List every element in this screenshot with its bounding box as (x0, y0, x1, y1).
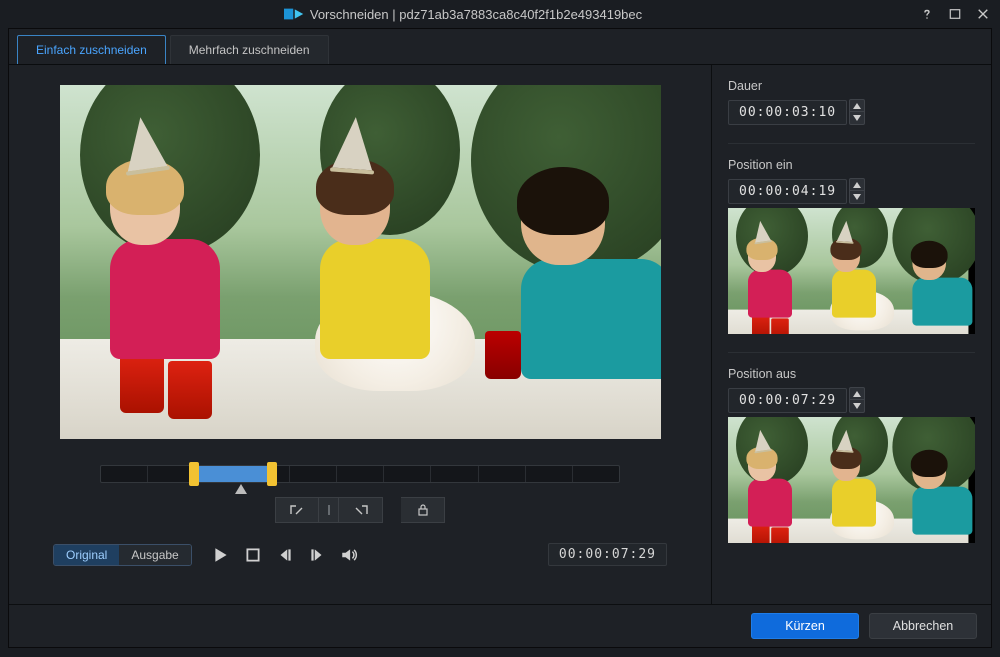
position-in-up[interactable] (849, 178, 865, 191)
help-icon[interactable] (920, 7, 934, 21)
position-out-down[interactable] (849, 400, 865, 413)
app-logo-icon (284, 7, 304, 21)
duration-down[interactable] (849, 112, 865, 125)
toggle-original[interactable]: Original (53, 544, 120, 566)
trim-button[interactable]: Kürzen (751, 613, 859, 639)
footer: Kürzen Abbrechen (9, 604, 991, 647)
toggle-output[interactable]: Ausgabe (119, 545, 190, 565)
left-panel: Original Ausgabe 00:00:07:29 (9, 65, 711, 604)
position-out-up[interactable] (849, 387, 865, 400)
right-panel: Dauer 00:00:03:10 Position ein 00:00:04:… (711, 65, 991, 604)
maximize-icon[interactable] (948, 7, 962, 21)
position-in-down[interactable] (849, 191, 865, 204)
trim-handle-in[interactable] (189, 462, 199, 486)
position-in-thumbnail (728, 208, 975, 334)
video-preview[interactable] (60, 85, 661, 439)
position-out-thumbnail (728, 417, 975, 543)
position-in-label: Position ein (728, 158, 975, 172)
next-frame-icon[interactable] (308, 546, 326, 564)
duration-field[interactable]: 00:00:03:10 (728, 100, 847, 125)
duration-up[interactable] (849, 99, 865, 112)
mark-out-button[interactable] (339, 497, 383, 523)
stop-icon[interactable] (244, 546, 262, 564)
preview-mode-toggle: Original Ausgabe (53, 544, 192, 566)
timeline[interactable] (100, 465, 620, 483)
lock-button[interactable] (401, 497, 445, 523)
prev-frame-icon[interactable] (276, 546, 294, 564)
position-out-field[interactable]: 00:00:07:29 (728, 388, 847, 413)
trim-handle-out[interactable] (267, 462, 277, 486)
duration-label: Dauer (728, 79, 975, 93)
split-divider (319, 497, 339, 523)
position-in-field[interactable]: 00:00:04:19 (728, 179, 847, 204)
tab-row: Einfach zuschneiden Mehrfach zuschneiden (9, 29, 991, 65)
playback-timecode[interactable]: 00:00:07:29 (548, 543, 667, 566)
volume-icon[interactable] (340, 546, 358, 564)
window-title: Vorschneiden | pdz71ab3a7883ca8c40f2f1b2… (310, 7, 642, 22)
playhead[interactable] (235, 484, 247, 494)
play-icon[interactable] (212, 546, 230, 564)
tab-simple-trim[interactable]: Einfach zuschneiden (17, 35, 166, 64)
trim-range[interactable] (194, 466, 272, 482)
window-body: Einfach zuschneiden Mehrfach zuschneiden (8, 28, 992, 648)
mark-in-button[interactable] (275, 497, 319, 523)
titlebar: Vorschneiden | pdz71ab3a7883ca8c40f2f1b2… (0, 0, 1000, 28)
position-out-label: Position aus (728, 367, 975, 381)
close-icon[interactable] (976, 7, 990, 21)
tab-multi-trim[interactable]: Mehrfach zuschneiden (170, 35, 329, 64)
cancel-button[interactable]: Abbrechen (869, 613, 977, 639)
